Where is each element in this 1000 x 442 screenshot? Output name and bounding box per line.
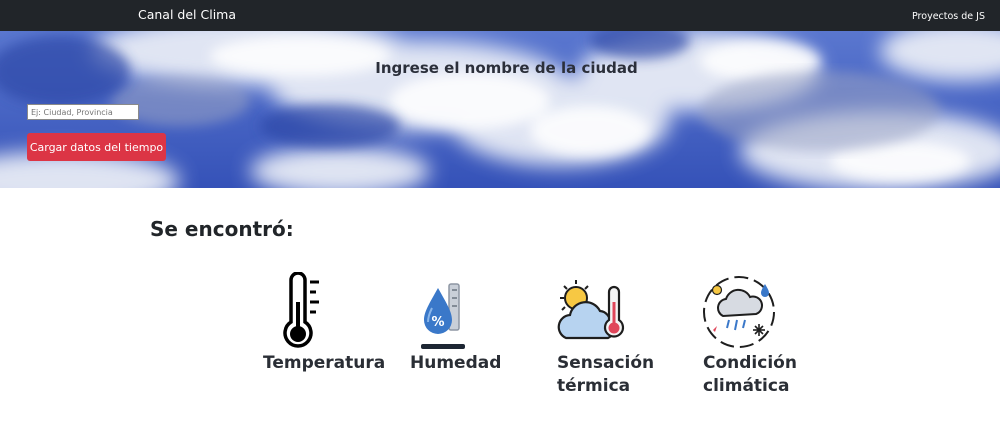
brand-link[interactable]: Canal del Clima [138, 7, 236, 22]
result-label-humidity: Humedad [410, 353, 502, 373]
city-input[interactable] [27, 104, 139, 120]
navbar: Canal del Clima Proyectos de JS [0, 0, 1000, 31]
thermometer-icon [283, 272, 319, 348]
load-weather-button[interactable]: Cargar datos del tiempo [27, 133, 166, 161]
sky-background-image [0, 31, 1000, 188]
result-label-condition: Condición climática [703, 353, 797, 396]
nav-link-js-projects[interactable]: Proyectos de JS [912, 11, 985, 22]
feels-like-icon [557, 280, 625, 340]
weather-condition-icon [703, 276, 775, 348]
hero-banner: Ingrese el nombre de la ciudad Cargar da… [0, 31, 1000, 188]
hero-title: Ingrese el nombre de la ciudad [375, 59, 638, 77]
result-label-feels-like: Sensación térmica [557, 353, 655, 396]
svg-text:%: % [431, 315, 444, 330]
results-heading: Se encontró: [150, 217, 294, 241]
result-label-temperature: Temperatura [263, 353, 386, 373]
humidity-icon: % [421, 283, 465, 349]
